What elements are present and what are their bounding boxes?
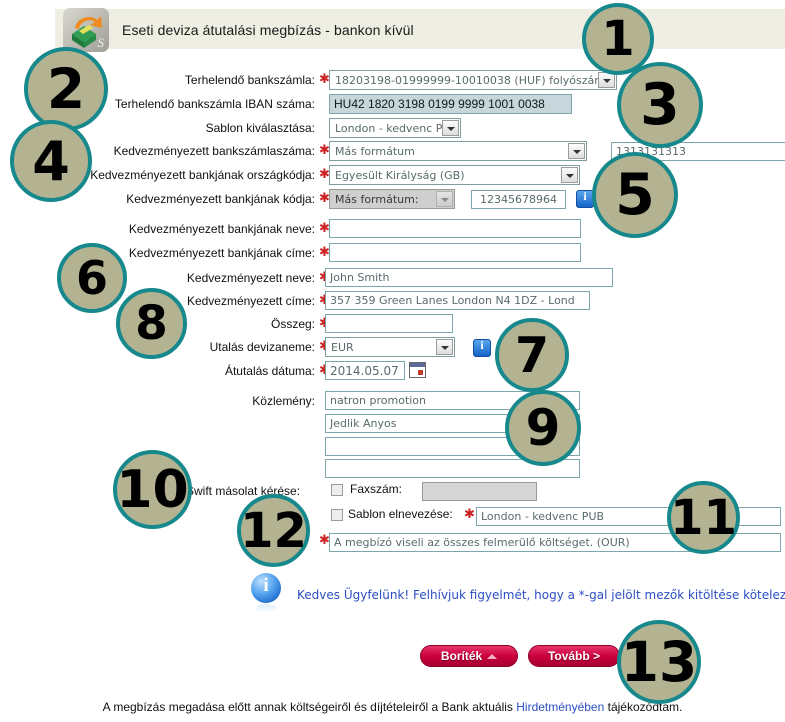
footer-announcement-link[interactable]: Hirdetményében bbox=[516, 700, 604, 714]
envelope-button-label: Boríték bbox=[440, 649, 483, 663]
fax-checkbox[interactable] bbox=[331, 484, 343, 496]
bank-code-format-value: Más formátum: bbox=[335, 193, 419, 206]
amount-input[interactable] bbox=[325, 314, 453, 333]
required-marker: ✱ bbox=[464, 506, 475, 521]
form-row-transfer-date: Átutalás dátuma: ✱ 2014.05.07 bbox=[0, 361, 785, 383]
required-fields-notice: Kedves Ügyfelünk! Felhívjuk figyelmét, h… bbox=[297, 588, 785, 602]
beneficiary-account-format-value: Más formátum bbox=[335, 145, 415, 158]
label-template-name: Sablon elnevezése: bbox=[348, 507, 453, 521]
annotation-badge-2: 2 bbox=[24, 47, 108, 131]
template-select-value: London - kedvenc PUB bbox=[335, 122, 459, 135]
beneficiary-name-input[interactable]: John Smith bbox=[325, 268, 613, 287]
annotation-badge-12: 12 bbox=[237, 494, 310, 567]
info-ball-reflection bbox=[255, 604, 277, 613]
annotation-badge-13: 13 bbox=[617, 620, 701, 704]
debit-account-select[interactable]: 18203198-01999999-10010038 (HUF) folyósz… bbox=[329, 70, 617, 90]
page-title: Eseti deviza átutalási megbízás - bankon… bbox=[122, 22, 414, 38]
info-ball-icon bbox=[251, 573, 281, 603]
label-transfer-date: Átutalás dátuma: bbox=[224, 364, 315, 378]
debit-account-value: 18203198-01999999-10010038 (HUF) folyósz… bbox=[335, 74, 615, 87]
label-comment: Közlemény: bbox=[252, 394, 315, 408]
currency-select[interactable]: EUR bbox=[325, 337, 455, 357]
label-fax: Faxszám: bbox=[350, 482, 403, 496]
form-row-comment: Közlemény: natron promotion bbox=[0, 391, 785, 413]
template-name-checkbox[interactable] bbox=[331, 509, 343, 521]
annotation-badge-3: 3 bbox=[617, 62, 703, 148]
chevron-down-icon[interactable] bbox=[561, 167, 578, 183]
chevron-down-icon[interactable] bbox=[436, 339, 453, 355]
annotation-badge-5: 5 bbox=[592, 152, 678, 238]
annotation-badge-10: 10 bbox=[113, 450, 192, 529]
chevron-down-icon[interactable] bbox=[442, 120, 459, 136]
money-transfer-icon: S bbox=[63, 8, 109, 52]
beneficiary-account-format-select[interactable]: Más formátum bbox=[329, 141, 587, 161]
fax-number-input bbox=[422, 482, 537, 501]
icon-badge-letter: S bbox=[97, 35, 105, 50]
annotation-badge-6: 6 bbox=[57, 243, 127, 313]
template-select[interactable]: London - kedvenc PUB bbox=[329, 118, 461, 138]
currency-info-icon[interactable] bbox=[473, 338, 491, 357]
next-button-label: Tovább > bbox=[547, 649, 601, 663]
bank-code-input[interactable]: 12345678964 bbox=[471, 190, 566, 209]
label-bank-name: Kedvezményezett bankjának neve: bbox=[128, 222, 315, 236]
form-row-currency: Utalás devizaneme: ✱ EUR bbox=[0, 337, 785, 359]
transfer-date-input[interactable]: 2014.05.07 bbox=[325, 361, 405, 380]
label-bank-address: Kedvezményezett bankjának címe: bbox=[128, 246, 315, 260]
bank-country-value: Egyesült Királyság (GB) bbox=[335, 169, 465, 182]
chevron-down-icon[interactable] bbox=[568, 143, 585, 159]
annotation-badge-7: 7 bbox=[495, 318, 569, 392]
chevron-down-icon bbox=[436, 191, 453, 207]
calendar-icon[interactable] bbox=[409, 362, 426, 378]
currency-value: EUR bbox=[331, 341, 354, 354]
triangle-up-icon bbox=[487, 653, 498, 659]
bank-name-input[interactable] bbox=[329, 219, 581, 238]
annotation-badge-11: 11 bbox=[667, 481, 740, 554]
iban-readonly-field: HU42 1820 3198 0199 9999 1001 0038 bbox=[329, 94, 572, 114]
footer-text-before: A megbízás megadása előtt annak költsége… bbox=[102, 700, 517, 714]
beneficiary-address-input[interactable]: 357 359 Green Lanes London N4 1DZ - Lond bbox=[325, 291, 590, 310]
next-button[interactable]: Tovább > bbox=[528, 645, 620, 667]
label-beneficiary-name: Kedvezményezett neve: bbox=[186, 271, 315, 285]
annotation-badge-4: 4 bbox=[10, 120, 92, 202]
bank-code-format-select: Más formátum: bbox=[329, 189, 455, 209]
annotation-badge-9: 9 bbox=[505, 390, 581, 466]
envelope-button[interactable]: Boríték bbox=[420, 645, 518, 667]
bank-address-input[interactable] bbox=[329, 243, 581, 262]
annotation-badge-8: 8 bbox=[116, 288, 187, 359]
bank-country-select[interactable]: Egyesült Királyság (GB) bbox=[329, 165, 580, 185]
